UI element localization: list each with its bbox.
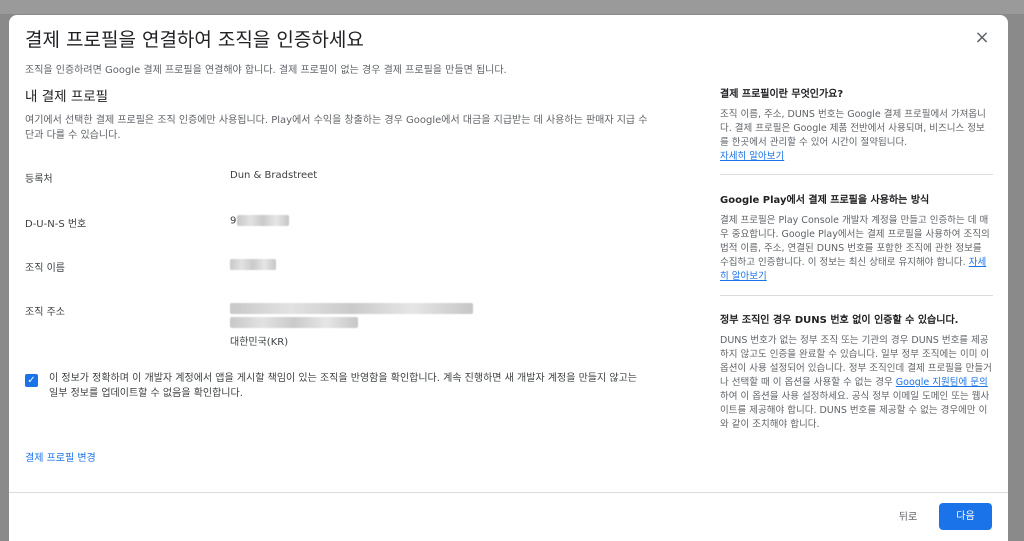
help-block-how-used: Google Play에서 결제 프로필을 사용하는 방식 결제 프로필은 Pl… [720, 191, 993, 284]
help-block-government: 정부 조직인 경우 DUNS 번호 없이 인증할 수 있습니다. DUNS 번호… [720, 311, 993, 432]
address-line-2 [230, 317, 358, 329]
help-text: 결제 프로필은 Play Console 개발자 계정을 만들고 인증하는 데 … [720, 215, 990, 282]
field-label: 조직 주소 [25, 307, 65, 318]
footer-divider [9, 492, 1008, 493]
change-payment-profile-link[interactable]: 결제 프로필 변경 [25, 449, 96, 464]
help-title: 정부 조직인 경우 DUNS 번호 없이 인증할 수 있습니다. [720, 315, 959, 326]
divider [720, 295, 993, 296]
verify-organization-dialog: 결제 프로필을 연결하여 조직을 인증하세요 × 조직을 인증하려면 Googl… [9, 15, 1008, 541]
field-value [230, 259, 276, 271]
field-label: 조직 이름 [25, 263, 65, 274]
redacted-value [230, 303, 473, 314]
section-title: 내 결제 프로필 [25, 89, 109, 105]
field-label: 등록처 [25, 174, 53, 185]
divider [720, 174, 993, 175]
dialog-title: 결제 프로필을 연결하여 조직을 인증하세요 [25, 29, 364, 51]
page-backdrop [0, 0, 1024, 14]
field-value: 9 [230, 215, 290, 227]
confirm-text: 이 정보가 정확하며 이 개발자 계정에서 앱을 게시할 책임이 있는 조직을 … [49, 373, 637, 399]
help-block-what-is-profile: 결제 프로필이란 무엇인가요? 조직 이름, 주소, DUNS 번호는 Goog… [720, 85, 993, 164]
back-button[interactable]: 뒤로 [883, 505, 933, 531]
help-text: 조직 이름, 주소, DUNS 번호는 Google 결제 프로필에서 가져옵니… [720, 109, 986, 162]
redacted-value [230, 259, 276, 270]
close-icon[interactable]: × [972, 28, 992, 48]
learn-more-link[interactable]: 자세히 알아보기 [720, 151, 784, 162]
help-title: 결제 프로필이란 무엇인가요? [720, 89, 844, 100]
payment-profile-section: 내 결제 프로필 여기에서 선택한 결제 프로필은 조직 인증에만 사용됩니다.… [25, 85, 655, 464]
dialog-subtitle: 조직을 인증하려면 Google 결제 프로필을 연결해야 합니다. 결제 프로… [25, 65, 507, 76]
field-label: D-U-N-S 번호 [25, 219, 87, 230]
help-text: DUNS 번호가 없는 정부 조직 또는 기관의 경우 DUNS 번호를 제공하… [720, 335, 992, 430]
next-button[interactable]: 다음 [939, 503, 992, 530]
address-line-1 [230, 303, 473, 315]
help-title: Google Play에서 결제 프로필을 사용하는 방식 [720, 195, 930, 206]
section-description: 여기에서 선택한 결제 프로필은 조직 인증에만 사용됩니다. Play에서 수… [25, 115, 648, 141]
address-country: 대한민국(KR) [230, 337, 289, 348]
redacted-value [237, 215, 290, 226]
contact-support-link[interactable]: Google 지원팀에 문의 [896, 377, 988, 388]
field-value: Dun & Bradstreet [230, 170, 318, 181]
confirm-checkbox[interactable]: ✓ [25, 374, 38, 387]
redacted-value [230, 317, 358, 328]
